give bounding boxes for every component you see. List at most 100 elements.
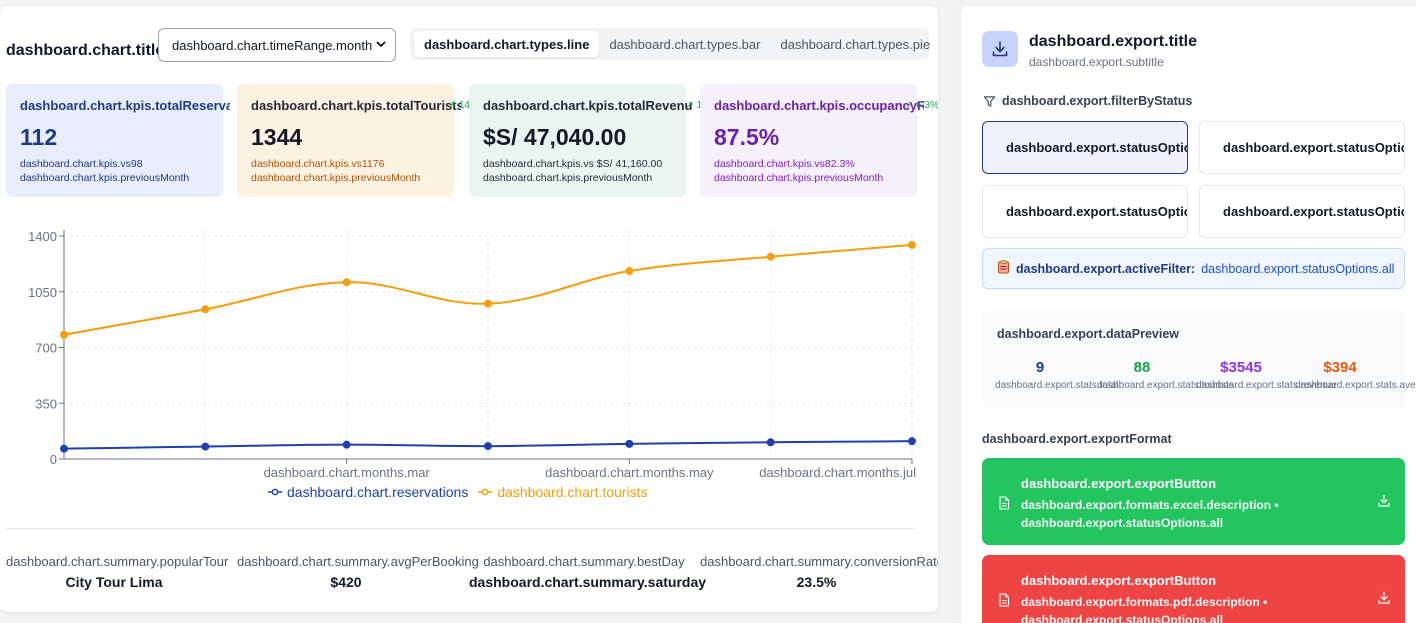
download-icon <box>1377 494 1391 513</box>
stat-label: dashboard.export.stats.revenue <box>1196 380 1337 391</box>
summary-value: 23.5% <box>796 574 837 590</box>
stat-label: dashboard.export.stats.total <box>995 380 1119 391</box>
status-option-label: dashboard.export.statusOptions.cancelled <box>1223 204 1404 219</box>
stat-label: dashboard.export.stats.average <box>1295 380 1416 391</box>
y-tick-label: 350 <box>35 396 57 411</box>
tab-bar[interactable]: dashboard.chart.types.bar <box>599 31 770 57</box>
kpi-comparison: dashboard.chart.kpis.vs82.3% <box>714 158 855 170</box>
data-preview-title: dashboard.export.dataPreview <box>997 327 1180 341</box>
legend-label: dashboard.chart.reservations <box>287 484 469 500</box>
summary-avg-per-booking: dashboard.chart.summary.avgPerBooking $4… <box>237 554 479 590</box>
kpi-label: dashboard.chart.kpis.totalReservations <box>20 98 230 113</box>
file-icon <box>998 593 1010 612</box>
chart-type-tabs: dashboard.chart.types.line dashboard.cha… <box>410 28 930 60</box>
status-option-label: dashboard.export.statusOptions.pending <box>1223 140 1405 155</box>
data-point <box>342 440 351 449</box>
kpi-value: 87.5% <box>714 124 780 150</box>
summary-conversion-rate: dashboard.chart.summary.conversionRate 2… <box>700 554 938 590</box>
status-option-all[interactable]: dashboard.export.statusOptions.all <box>982 121 1188 174</box>
divider <box>6 528 916 529</box>
time-range-value: dashboard.chart.timeRange.month <box>172 37 373 53</box>
kpi-value: 1344 <box>251 124 303 150</box>
kpi-comparison: dashboard.chart.kpis.vs1176 <box>251 158 385 170</box>
kpi-comparison: dashboard.chart.kpis.vs $S/ 41,160.00 <box>483 158 663 170</box>
summary-popular-tour: dashboard.chart.summary.popularTour City… <box>6 554 229 590</box>
summary-value: $420 <box>330 574 362 590</box>
stat-revenue: $3545 dashboard.export.stats.revenue <box>1196 359 1337 391</box>
x-tick-label: dashboard.chart.months.jul <box>759 465 916 480</box>
chart-title: dashboard.chart.title <box>6 42 165 59</box>
kpi-card-reservations: dashboard.chart.kpis.totalReservations 1… <box>6 84 230 197</box>
kpi-trend: ↗ 14 <box>448 100 470 111</box>
data-point <box>60 444 68 453</box>
kpi-label: dashboard.chart.kpis.totalTourists <box>251 98 461 113</box>
kpi-label: dashboard.chart.kpis.totalRevenue <box>483 98 693 113</box>
legend-item-tourists[interactable]: dashboard.chart.tourists <box>478 484 648 500</box>
y-tick-label: 0 <box>50 452 57 467</box>
kpi-period: dashboard.chart.kpis.previousMonth <box>20 172 190 184</box>
kpi-trend: ↗ 6.3% <box>905 100 938 111</box>
filter-label-text: dashboard.export.filterByStatus <box>1002 94 1193 108</box>
kpi-value: $S/ 47,040.00 <box>483 124 627 150</box>
time-range-select[interactable]: dashboard.chart.timeRange.month <box>158 28 396 62</box>
status-option-cancelled[interactable]: dashboard.export.statusOptions.cancelled <box>1199 185 1405 238</box>
trend-up-icon: ↗ <box>447 100 457 111</box>
tab-pie[interactable]: dashboard.chart.types.pie <box>770 31 938 57</box>
download-icon <box>1377 591 1391 610</box>
y-tick-label: 1400 <box>28 229 57 244</box>
line-chart: 0 350 700 1050 1400 dashboard.chart.months.ma… <box>28 229 916 480</box>
data-point <box>201 305 210 314</box>
legend-line-icon <box>268 488 282 496</box>
filter-by-status-label: dashboard.export.filterByStatus <box>983 94 1192 108</box>
export-button-title: dashboard.export.exportButton <box>1021 573 1217 588</box>
stat-tourists: 88 dashboard.export.stats.tourists <box>1097 359 1234 391</box>
data-point <box>766 252 775 261</box>
export-button-title: dashboard.export.exportButton <box>1021 476 1217 491</box>
summary-value: City Tour Lima <box>65 574 163 590</box>
filter-icon <box>983 95 996 107</box>
legend-item-reservations[interactable]: dashboard.chart.reservations <box>268 484 468 500</box>
status-option-label: dashboard.export.statusOptions.all <box>1006 140 1187 155</box>
status-option-pending[interactable]: dashboard.export.statusOptions.pending <box>1199 121 1405 174</box>
data-point <box>342 278 351 287</box>
stat-label: dashboard.export.stats.tourists <box>1097 380 1234 391</box>
stat-total: 9 dashboard.export.stats.total <box>995 359 1119 391</box>
data-point <box>908 240 916 249</box>
data-point <box>625 267 634 276</box>
legend-label: dashboard.chart.tourists <box>497 484 648 500</box>
export-pdf-button[interactable]: dashboard.export.exportButton dashboard.… <box>982 555 1405 623</box>
download-icon <box>982 31 1018 67</box>
active-filter-banner: dashboard.export.activeFilter: dashboard… <box>982 248 1405 289</box>
clipboard-icon <box>997 260 1010 277</box>
summary-label: dashboard.chart.summary.popularTour <box>6 554 229 569</box>
chevron-down-icon <box>375 38 387 53</box>
y-tick-label: 1050 <box>28 285 57 300</box>
trend-up-icon: ↗ <box>905 100 914 111</box>
data-point <box>625 439 634 448</box>
data-point <box>766 438 775 447</box>
tab-line[interactable]: dashboard.chart.types.line <box>414 31 600 57</box>
status-option-confirmed[interactable]: dashboard.export.statusOptions.confirmed <box>982 185 1188 238</box>
kpi-trend-value: 6.3% <box>916 100 938 111</box>
kpi-comparison: dashboard.chart.kpis.vs98 <box>20 158 143 170</box>
export-button-description: dashboard.export.formats.excel.descripti… <box>1021 498 1279 530</box>
data-point <box>484 442 492 451</box>
kpi-card-tourists: dashboard.chart.kpis.totalTourists ↗ 14 … <box>237 84 470 197</box>
file-icon <box>998 496 1010 515</box>
x-tick-label: dashboard.chart.months.may <box>545 465 714 480</box>
active-filter-label: dashboard.export.activeFilter: <box>1016 261 1196 276</box>
stat-value: 9 <box>1035 359 1045 376</box>
summary-label: dashboard.chart.summary.avgPerBooking <box>237 554 479 569</box>
legend-line-icon <box>478 488 493 496</box>
summary-label: dashboard.chart.summary.conversionRate <box>700 554 938 569</box>
y-tick-label: 700 <box>35 341 57 356</box>
export-card: dashboard.export.title dashboard.export.… <box>961 6 1416 623</box>
data-point <box>60 330 68 339</box>
chart-card: dashboard.chart.title dashboard.chart.ti… <box>0 6 938 612</box>
export-excel-button[interactable]: dashboard.export.exportButton dashboard.… <box>982 458 1405 545</box>
data-point <box>201 442 210 451</box>
kpi-value: 112 <box>20 124 58 150</box>
chart-legend: dashboard.chart.reservations dashboard.c… <box>268 484 648 500</box>
kpi-period: dashboard.chart.kpis.previousMonth <box>483 172 653 184</box>
stat-value: 88 <box>1133 359 1151 376</box>
